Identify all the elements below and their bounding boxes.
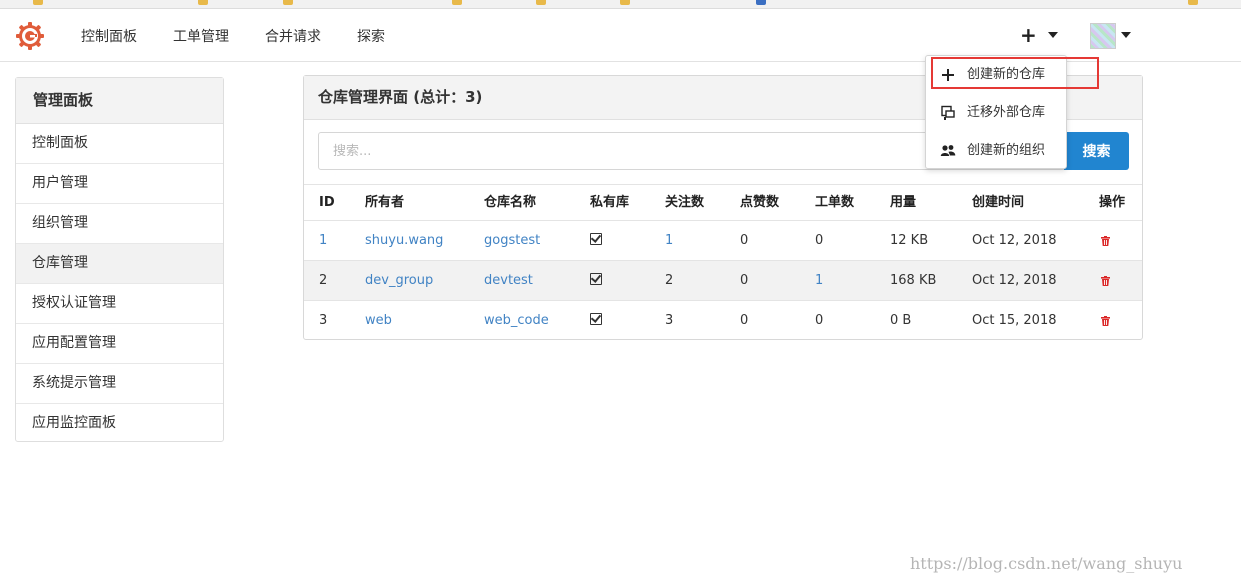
organization-icon [940,145,956,156]
chevron-down-icon [1121,32,1131,38]
nav-item-dashboard[interactable]: 控制面板 [81,26,137,46]
repo-watches: 3 [665,313,674,328]
menu-item-label: 创建新的组织 [967,143,1046,158]
sidebar-item-users[interactable]: 用户管理 [16,164,223,204]
repo-issues[interactable]: 1 [815,261,823,301]
menu-item-label: 迁移外部仓库 [967,105,1046,120]
repo-size: 168 KB [890,273,937,288]
repo-clone-icon [941,105,955,120]
repo-id[interactable]: 1 [319,221,327,261]
repo-watches[interactable]: 1 [665,221,673,261]
gogs-logo-icon[interactable] [15,21,45,51]
sidebar-item-repositories[interactable]: 仓库管理 [16,244,223,284]
repo-stars: 0 [740,233,749,248]
repo-owner-link[interactable]: web [365,301,392,341]
user-menu[interactable] [1090,23,1136,49]
avatar [1090,23,1116,49]
nav-item-explore[interactable]: 探索 [357,26,385,46]
private-check-icon [590,301,602,341]
table-header-row: ID 所有者 仓库名称 私有库 关注数 点赞数 工单数 用量 创建时间 操作 [304,185,1142,221]
repo-issues: 0 [815,313,824,328]
delete-trash-icon[interactable] [1101,261,1110,301]
repo-stars: 0 [740,273,749,288]
repo-created: Oct 15, 2018 [972,313,1057,328]
sidebar-item-monitor[interactable]: 应用监控面板 [16,404,223,444]
repo-name-link[interactable]: web_code [484,301,549,341]
repository-table: ID 所有者 仓库名称 私有库 关注数 点赞数 工单数 用量 创建时间 操作 1… [304,184,1142,341]
menu-item-new-repository[interactable]: 创建新的仓库 [926,56,1066,94]
nav-item-issues[interactable]: 工单管理 [173,26,229,46]
column-header-id[interactable]: ID [319,185,335,221]
column-header-issues[interactable]: 工单数 [815,185,854,221]
column-header-created[interactable]: 创建时间 [972,185,1024,221]
repo-name-link[interactable]: devtest [484,261,533,301]
create-dropdown-menu: 创建新的仓库 迁移外部仓库 创建新的组织 [925,55,1067,169]
private-check-icon [590,221,602,261]
sidebar-title: 管理面板 [16,78,223,124]
sidebar-item-organizations[interactable]: 组织管理 [16,204,223,244]
plus-icon: + [1020,23,1037,47]
table-row: 3 web web_code 3 0 0 0 B Oct 15, 2018 [304,301,1142,341]
menu-item-migrate-repository[interactable]: 迁移外部仓库 [926,94,1066,132]
column-header-watches[interactable]: 关注数 [665,185,704,221]
repo-owner-link[interactable]: dev_group [365,261,433,301]
table-row: 2 dev_group devtest 2 0 1 168 KB Oct 12,… [304,261,1142,301]
chevron-down-icon [1048,32,1058,38]
repo-id: 2 [319,273,328,288]
menu-item-new-organization[interactable]: 创建新的组织 [926,132,1066,170]
repo-size: 0 B [890,313,912,328]
watermark: https://blog.csdn.net/wang_shuyu [910,554,1183,573]
column-header-owner[interactable]: 所有者 [365,185,404,221]
repo-watches: 2 [665,273,674,288]
sidebar-item-authentication[interactable]: 授权认证管理 [16,284,223,324]
delete-trash-icon[interactable] [1101,301,1110,341]
search-button[interactable]: 搜索 [1064,132,1129,170]
private-check-icon [590,261,602,301]
plus-icon [942,69,954,81]
column-header-name[interactable]: 仓库名称 [484,185,536,221]
column-header-size[interactable]: 用量 [890,185,916,221]
column-header-operations: 操作 [1099,195,1126,210]
repo-name-link[interactable]: gogstest [484,221,540,261]
repo-id: 3 [319,313,328,328]
column-header-stars[interactable]: 点赞数 [740,185,779,221]
repo-owner-link[interactable]: shuyu.wang [365,221,443,261]
browser-bookmark-strip [0,0,1241,9]
menu-item-label: 创建新的仓库 [967,67,1046,82]
sidebar-item-dashboard[interactable]: 控制面板 [16,124,223,164]
admin-sidebar: 管理面板 控制面板 用户管理 组织管理 仓库管理 授权认证管理 应用配置管理 系… [15,77,224,442]
delete-trash-icon[interactable] [1101,221,1110,261]
repo-created: Oct 12, 2018 [972,233,1057,248]
repo-issues: 0 [815,233,824,248]
repo-size: 12 KB [890,233,929,248]
create-new-menu[interactable]: + [1018,23,1062,47]
repo-created: Oct 12, 2018 [972,273,1057,288]
nav-item-pull-requests[interactable]: 合并请求 [265,26,321,46]
column-header-private[interactable]: 私有库 [590,185,629,221]
sidebar-item-notices[interactable]: 系统提示管理 [16,364,223,404]
repo-stars: 0 [740,313,749,328]
table-row: 1 shuyu.wang gogstest 1 0 0 12 KB Oct 12… [304,221,1142,261]
sidebar-item-config[interactable]: 应用配置管理 [16,324,223,364]
